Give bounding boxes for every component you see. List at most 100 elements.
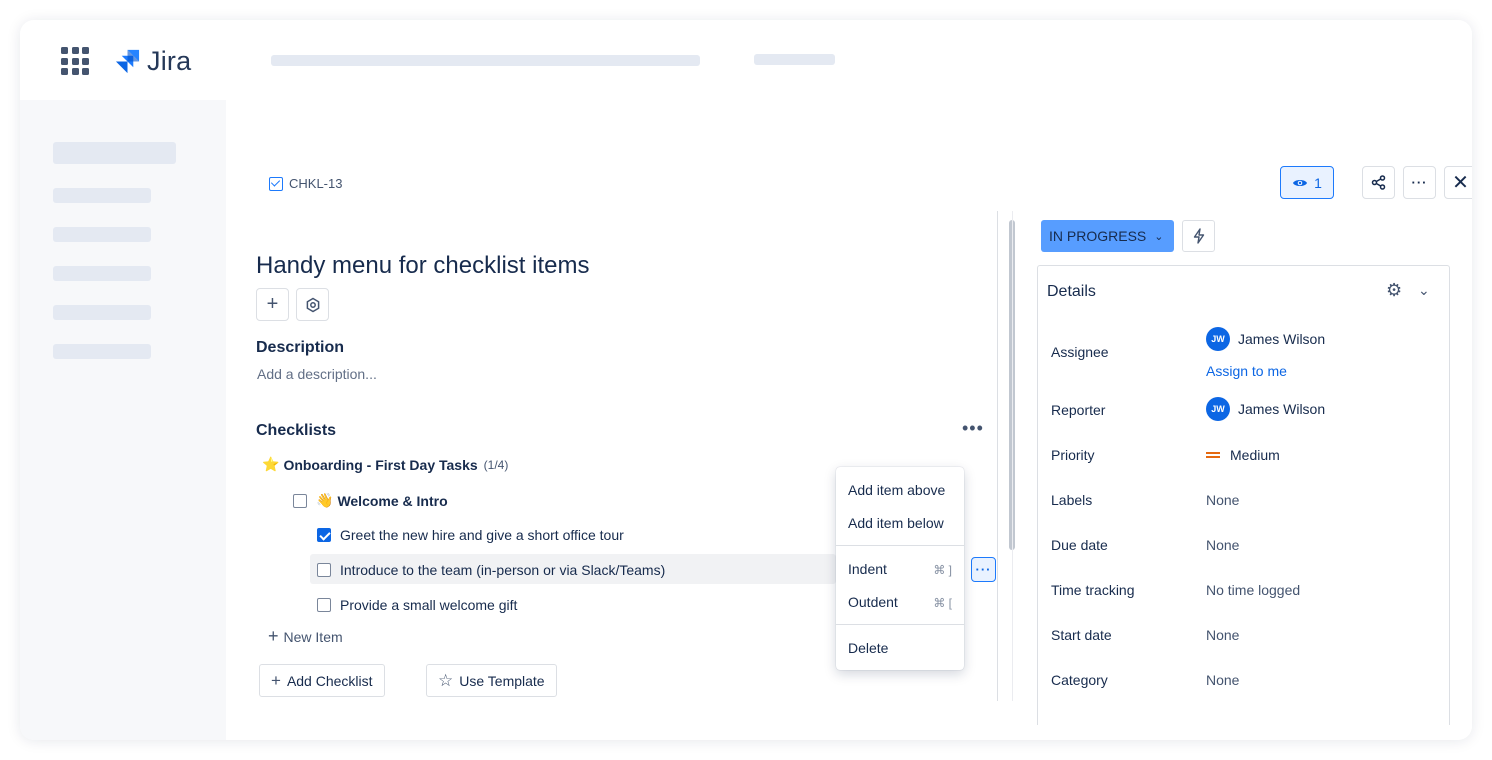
labels-label: Labels (1051, 492, 1093, 508)
app-switcher-icon[interactable] (61, 47, 89, 75)
checkbox[interactable] (293, 493, 307, 508)
sidebar-skeleton-item (53, 266, 151, 281)
details-heading[interactable]: Details (1047, 283, 1096, 301)
use-template-button[interactable]: ☆ Use Template (426, 664, 557, 697)
plus-icon: + (266, 293, 279, 315)
watch-button[interactable]: 1 (1280, 166, 1334, 199)
menu-divider (836, 624, 964, 625)
hexagon-settings-icon (306, 297, 319, 312)
add-checklist-label: Add Checklist (286, 672, 373, 689)
details-panel: Details ⚙ ⌄ Assignee JW James Wilson Ass… (1037, 265, 1450, 725)
close-icon: ✕ (1452, 172, 1469, 194)
top-navigation: Jira (20, 20, 1472, 100)
issue-view: CHKL-13 Handy menu for checklist items +… (226, 100, 1472, 740)
due-date-field[interactable]: None (1206, 537, 1239, 553)
task-type-icon (269, 176, 283, 191)
item-more-button[interactable]: ··· (971, 557, 996, 582)
eye-icon (1293, 179, 1308, 186)
plus-icon: + (268, 626, 279, 646)
category-field[interactable]: None (1206, 672, 1239, 688)
status-dropdown[interactable]: IN PROGRESS ⌄ (1041, 220, 1174, 252)
sidebar-skeleton-item (53, 344, 151, 359)
menu-item-delete[interactable]: Delete (848, 640, 888, 656)
due-date-label: Due date (1051, 537, 1108, 553)
new-item-button[interactable]: + New Item (268, 626, 343, 647)
checklists-more-icon[interactable]: ••• (962, 418, 984, 439)
checklists-heading: Checklists (256, 422, 337, 439)
checklist-progress: (1/4) (483, 457, 509, 472)
sidebar-skeleton-item (53, 305, 151, 320)
menu-item-add-above[interactable]: Add item above (848, 482, 945, 498)
start-date-label: Start date (1051, 627, 1112, 643)
checkbox-checked[interactable] (317, 528, 331, 542)
sidebar (20, 100, 226, 740)
checklist-item-label: Greet the new hire and give a short offi… (340, 527, 624, 543)
new-item-label: New Item (283, 628, 343, 645)
priority-label: Priority (1051, 447, 1095, 463)
menu-item-add-below[interactable]: Add item below (848, 515, 944, 531)
description-input[interactable]: Add a description... (257, 366, 377, 382)
sidebar-skeleton-title (53, 142, 176, 164)
apps-button[interactable] (296, 288, 329, 321)
status-label: IN PROGRESS (1049, 228, 1147, 244)
assign-to-me-link[interactable]: Assign to me (1206, 363, 1287, 379)
lightning-icon (1193, 228, 1204, 244)
more-icon: ··· (1411, 175, 1428, 190)
nav-skeleton (754, 54, 835, 65)
category-label: Category (1051, 672, 1108, 688)
checklist-item[interactable]: Introduce to the team (in-person or via … (317, 562, 665, 578)
checklist-item[interactable]: Greet the new hire and give a short offi… (317, 527, 624, 543)
priority-field[interactable]: Medium (1206, 447, 1280, 463)
checklist-item-label: Provide a small welcome gift (340, 597, 518, 613)
more-icon: ··· (975, 562, 992, 577)
issue-key: CHKL-13 (289, 176, 343, 191)
menu-divider (836, 545, 964, 546)
sidebar-skeleton-item (53, 227, 151, 242)
share-button[interactable] (1362, 166, 1395, 199)
start-date-field[interactable]: None (1206, 627, 1239, 643)
assignee-field[interactable]: JW James Wilson (1206, 327, 1325, 351)
time-tracking-field[interactable]: No time logged (1206, 582, 1300, 598)
menu-item-outdent[interactable]: Outdent (848, 594, 898, 610)
gear-icon[interactable]: ⚙ (1386, 280, 1402, 301)
sidebar-skeleton-item (53, 188, 151, 203)
chevron-down-icon: ⌄ (1154, 230, 1164, 243)
labels-field[interactable]: None (1206, 492, 1239, 508)
close-button[interactable]: ✕ (1444, 166, 1472, 199)
app-window: Jira CHKL-13 Handy menu for checklist it… (20, 20, 1472, 740)
checklist-item[interactable]: 👋 Welcome & Intro (293, 492, 448, 509)
checkbox[interactable] (317, 563, 331, 577)
checklist-item[interactable]: Provide a small welcome gift (317, 597, 517, 613)
issue-key-link[interactable]: CHKL-13 (269, 176, 342, 191)
checklist-title[interactable]: ⭐ Onboarding - First Day Tasks (1/4) (262, 456, 508, 473)
automation-button[interactable] (1182, 220, 1215, 252)
avatar: JW (1206, 397, 1230, 421)
reporter-field[interactable]: JW James Wilson (1206, 397, 1325, 421)
checklist-item-label: Introduce to the team (in-person or via … (340, 562, 666, 578)
column-divider (1012, 211, 1013, 701)
priority-value: Medium (1230, 447, 1280, 463)
issue-title[interactable]: Handy menu for checklist items (256, 252, 589, 280)
jira-logo[interactable]: Jira (114, 45, 192, 76)
indent-shortcut: ⌘ ] (933, 563, 952, 577)
chevron-down-icon[interactable]: ⌄ (1418, 282, 1430, 299)
logo-text: Jira (147, 45, 192, 76)
item-context-menu: Add item above Add item below Indent ⌘ ]… (836, 467, 964, 670)
add-checklist-button[interactable]: + Add Checklist (259, 664, 385, 697)
share-icon (1371, 175, 1386, 190)
menu-item-indent[interactable]: Indent (848, 561, 887, 577)
add-button[interactable]: + (256, 288, 289, 321)
reporter-name: James Wilson (1238, 401, 1326, 417)
outdent-shortcut: ⌘ [ (933, 596, 952, 610)
checkbox[interactable] (317, 598, 331, 612)
checklist-item-label: Welcome & Intro (337, 492, 448, 509)
checklist-name: Onboarding - First Day Tasks (283, 456, 478, 473)
time-tracking-label: Time tracking (1051, 582, 1135, 598)
star-outline-icon: ☆ (438, 670, 454, 690)
search-skeleton (271, 55, 700, 66)
avatar: JW (1206, 327, 1230, 351)
more-actions-button[interactable]: ··· (1403, 166, 1436, 199)
assignee-name: James Wilson (1238, 331, 1326, 347)
watchers-count: 1 (1314, 174, 1322, 191)
jira-logo-icon (115, 49, 140, 73)
